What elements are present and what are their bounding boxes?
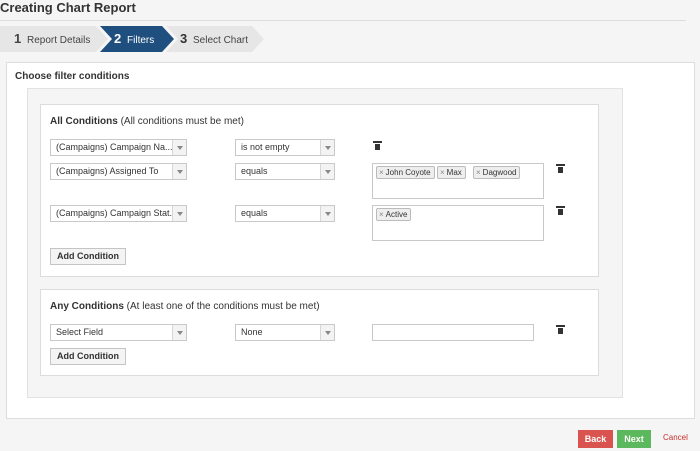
condition-values-input[interactable]: × Active <box>372 205 544 241</box>
all-conditions-title: All Conditions <box>50 116 118 127</box>
condition-operator-select[interactable]: None <box>235 324 335 341</box>
close-icon[interactable]: × <box>379 168 384 177</box>
wizard-step-report-details[interactable]: 1 Report Details <box>0 26 108 52</box>
wizard-step-select-chart[interactable]: 3 Select Chart <box>166 26 264 52</box>
step-label: Report Details <box>27 35 91 46</box>
add-condition-button[interactable]: Add Condition <box>50 348 126 365</box>
chevron-down-icon <box>172 164 186 179</box>
value-tag: × Active <box>376 208 412 221</box>
section-title: Choose filter conditions <box>15 71 130 82</box>
tag-label: Max <box>446 168 462 177</box>
condition-values-input[interactable]: × John Coyote × Max × Dagwood <box>372 163 544 199</box>
select-value: is not empty <box>241 142 290 152</box>
tag-label: John Coyote <box>385 168 431 177</box>
filter-area: All Conditions (All conditions must be m… <box>27 88 623 398</box>
condition-operator-select[interactable]: equals <box>235 205 335 222</box>
condition-operator-select[interactable]: equals <box>235 163 335 180</box>
select-value: (Campaigns) Campaign Na... <box>56 142 173 152</box>
wizard-steps: 1 Report Details 3 Select Chart 2 Filter… <box>0 26 270 52</box>
page-title: Creating Chart Report <box>0 0 136 15</box>
cancel-link[interactable]: Cancel <box>663 433 688 442</box>
close-icon[interactable]: × <box>440 168 445 177</box>
tag-label: Dagwood <box>482 168 517 177</box>
value-tag: × John Coyote <box>376 166 435 179</box>
chevron-down-icon <box>320 140 334 155</box>
value-tag: × Dagwood <box>473 166 521 179</box>
back-button[interactable]: Back <box>578 430 613 448</box>
select-value: equals <box>241 208 268 218</box>
trash-icon[interactable] <box>556 325 565 334</box>
all-conditions-note: (All conditions must be met) <box>120 116 244 127</box>
all-conditions-box: All Conditions (All conditions must be m… <box>40 104 599 277</box>
wizard-step-filters[interactable]: 2 Filters <box>100 26 174 52</box>
select-value: (Campaigns) Campaign Stat... <box>56 208 178 218</box>
chevron-down-icon <box>172 325 186 340</box>
any-conditions-title: Any Conditions <box>50 301 124 312</box>
step-number: 3 <box>180 31 188 46</box>
chevron-down-icon <box>320 325 334 340</box>
title-divider <box>0 20 686 21</box>
condition-field-select[interactable]: (Campaigns) Campaign Na... <box>50 139 187 156</box>
all-conditions-heading: All Conditions (All conditions must be m… <box>50 116 244 127</box>
trash-icon[interactable] <box>373 141 382 150</box>
any-conditions-box: Any Conditions (At least one of the cond… <box>40 289 599 376</box>
chevron-down-icon <box>320 164 334 179</box>
condition-operator-select[interactable]: is not empty <box>235 139 335 156</box>
next-button[interactable]: Next <box>617 430 651 448</box>
add-condition-button[interactable]: Add Condition <box>50 248 126 265</box>
close-icon[interactable]: × <box>476 168 481 177</box>
select-value: None <box>241 327 263 337</box>
close-icon[interactable]: × <box>379 210 384 219</box>
step-label: Select Chart <box>193 35 249 46</box>
select-value: Select Field <box>56 327 104 337</box>
chevron-down-icon <box>172 206 186 221</box>
select-value: (Campaigns) Assigned To <box>56 166 159 176</box>
chevron-down-icon <box>320 206 334 221</box>
tag-label: Active <box>385 210 408 219</box>
any-conditions-heading: Any Conditions (At least one of the cond… <box>50 301 320 312</box>
filters-panel: Choose filter conditions All Conditions … <box>6 62 695 419</box>
select-value: equals <box>241 166 268 176</box>
step-label: Filters <box>127 35 155 46</box>
value-tag: × Max <box>437 166 466 179</box>
condition-field-select[interactable]: (Campaigns) Campaign Stat... <box>50 205 187 222</box>
condition-field-select[interactable]: (Campaigns) Assigned To <box>50 163 187 180</box>
step-number: 2 <box>114 31 122 46</box>
condition-field-select[interactable]: Select Field <box>50 324 187 341</box>
condition-value-input[interactable] <box>372 324 534 341</box>
trash-icon[interactable] <box>556 206 565 215</box>
trash-icon[interactable] <box>556 164 565 173</box>
chevron-down-icon <box>172 140 186 155</box>
step-number: 1 <box>14 31 22 46</box>
any-conditions-note: (At least one of the conditions must be … <box>126 301 320 312</box>
